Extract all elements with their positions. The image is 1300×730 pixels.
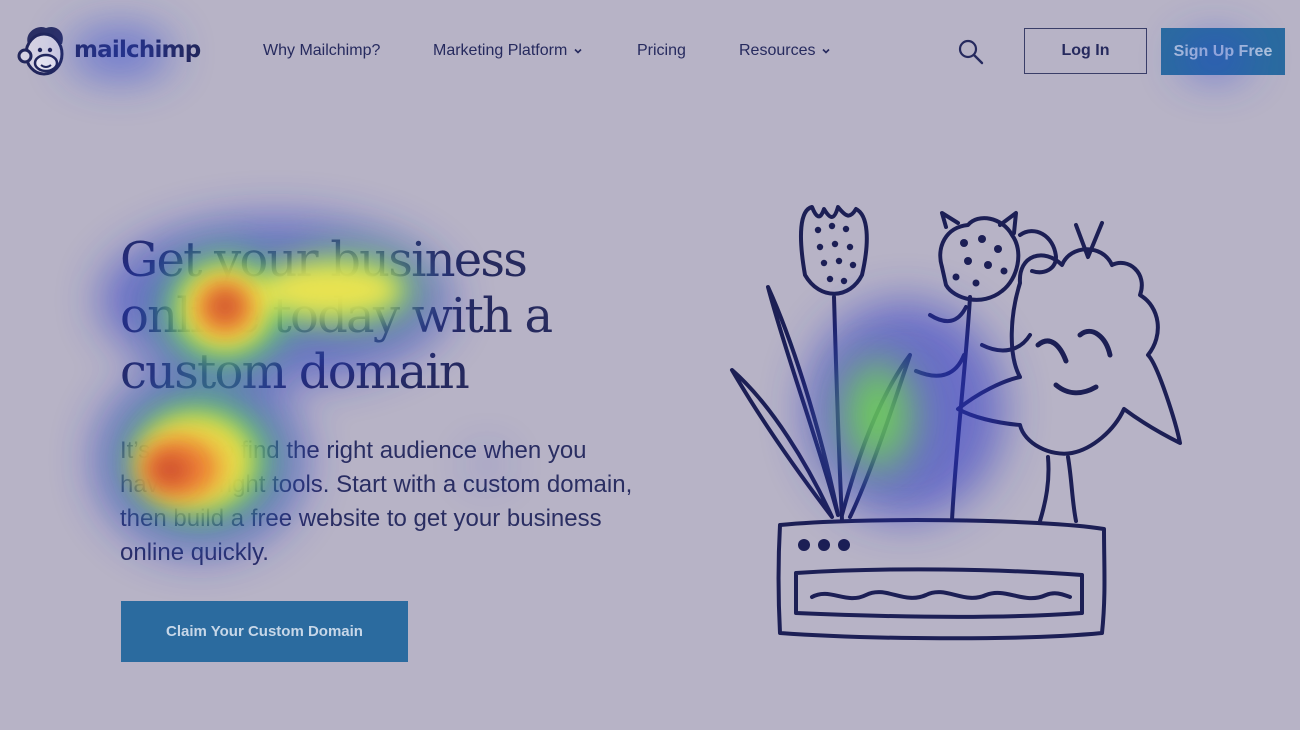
login-button[interactable]: Log In xyxy=(1024,28,1147,74)
nav-resources[interactable]: Resources xyxy=(739,42,831,60)
nav-marketing-platform-label: Marketing Platform xyxy=(433,42,568,59)
signup-button[interactable]: Sign Up Free xyxy=(1161,28,1285,75)
hero-headline: Get your business online today with a cu… xyxy=(120,232,553,400)
nav-pricing-label: Pricing xyxy=(637,42,686,59)
brand-wordmark: mailchimp xyxy=(74,37,201,63)
nav-why-mailchimp-label: Why Mailchimp? xyxy=(263,42,381,59)
mailchimp-logo[interactable]: mailchimp xyxy=(16,22,201,78)
hero-description: It’s easy to find the right audience whe… xyxy=(120,437,633,566)
nav-resources-label: Resources xyxy=(739,42,816,59)
nav-marketing-platform[interactable]: Marketing Platform xyxy=(433,42,583,60)
chevron-down-icon xyxy=(822,48,831,54)
flower-pot-illustration xyxy=(730,205,1182,641)
claim-domain-button[interactable]: Claim Your Custom Domain xyxy=(121,601,408,662)
nav-why-mailchimp[interactable]: Why Mailchimp? xyxy=(263,42,380,60)
freddie-chimp-logo-icon xyxy=(17,26,64,76)
nav-pricing[interactable]: Pricing xyxy=(637,42,686,60)
chevron-down-icon xyxy=(574,48,582,54)
search-icon[interactable] xyxy=(957,38,985,66)
landing-page: mailchimp Why Mailchimp? Marketing Platf… xyxy=(0,0,1300,730)
